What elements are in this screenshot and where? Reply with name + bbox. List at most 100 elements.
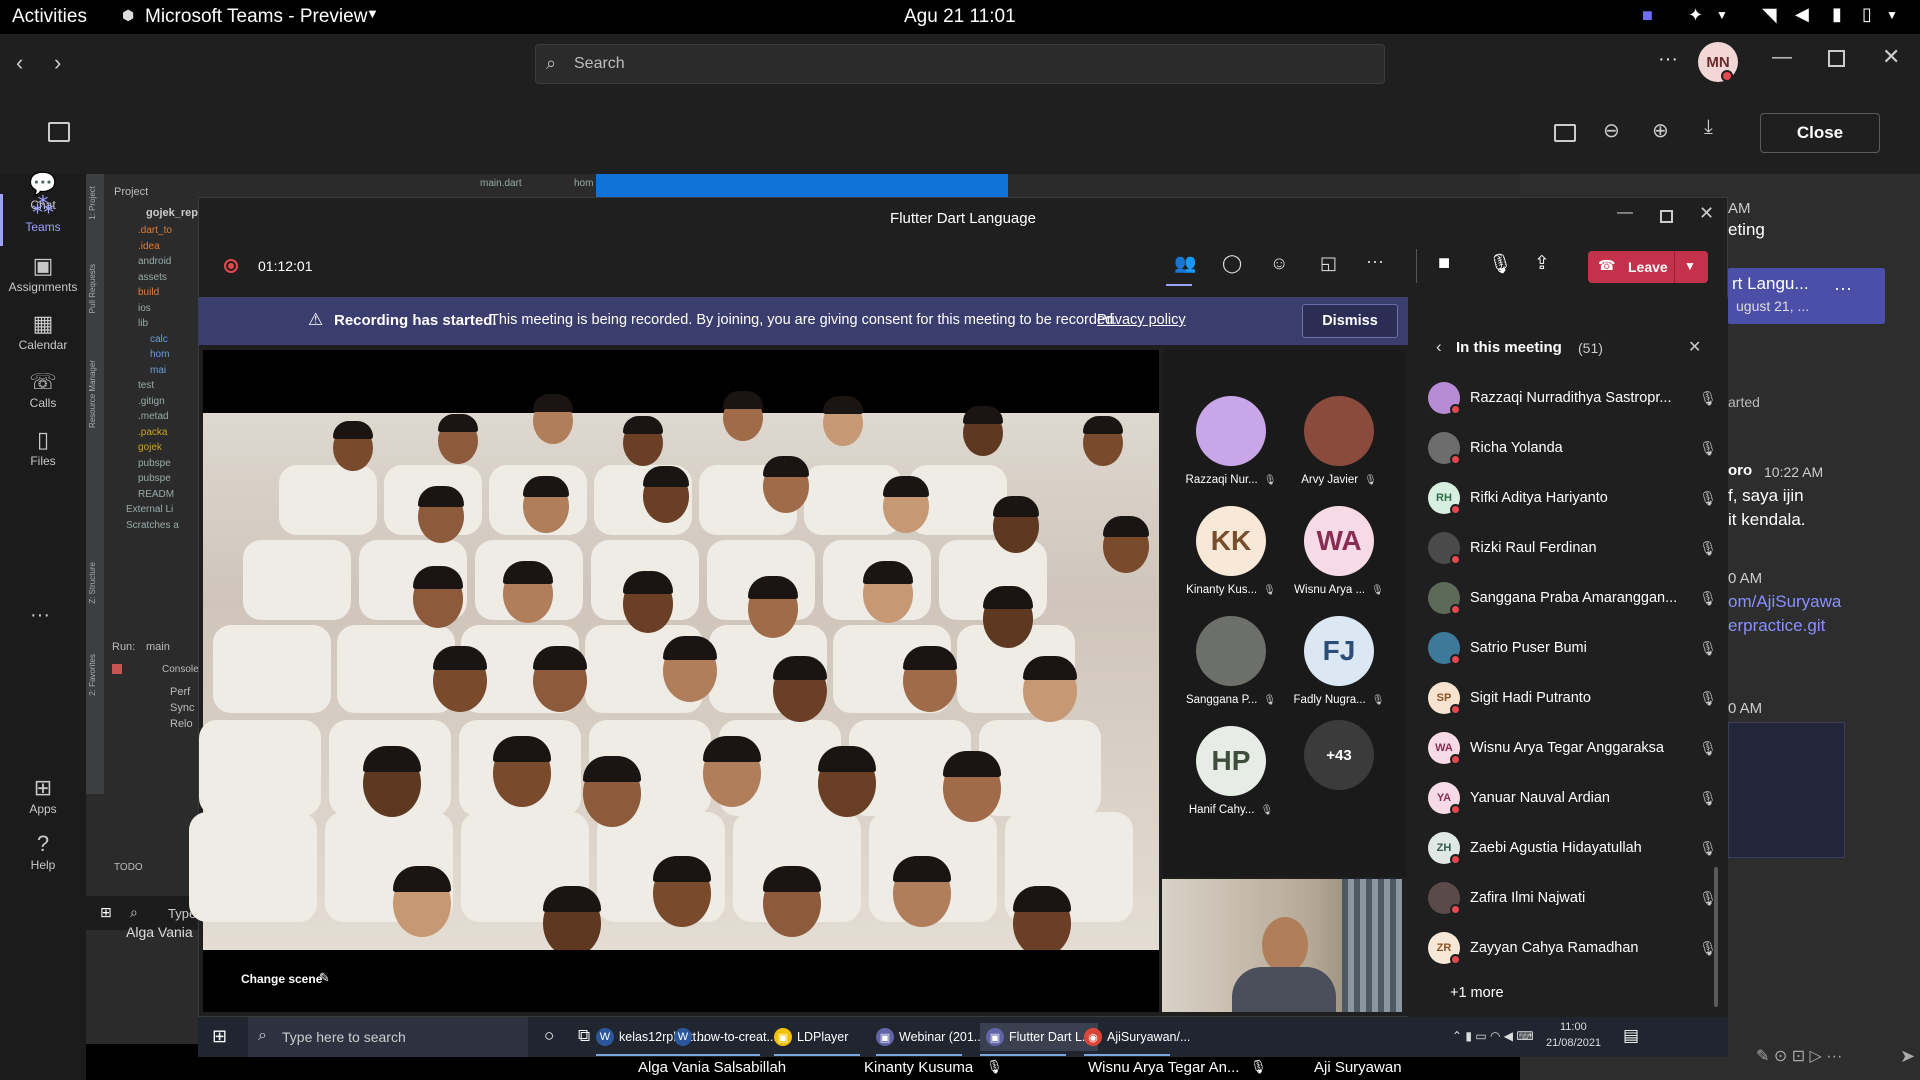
back-icon[interactable]: ‹: [1436, 337, 1442, 357]
participant-row[interactable]: RH Rifki Aditya Hariyanto 🎙: [1428, 473, 1718, 523]
ide-tree-item[interactable]: .idea: [138, 241, 160, 252]
share-screen-icon[interactable]: ⇪: [1534, 252, 1550, 275]
ide-console-label[interactable]: Console: [162, 664, 199, 675]
participant-row[interactable]: ZH Zaebi Agustia Hidayatullah 🎙: [1428, 823, 1718, 873]
cortana-icon[interactable]: ○: [544, 1026, 554, 1046]
participant-row[interactable]: ZR Zayyan Cahya Ramadhan 🎙: [1428, 923, 1718, 973]
ide-tree-item[interactable]: pubspe: [138, 458, 171, 469]
search-input[interactable]: ⌕ Search: [535, 44, 1385, 84]
taskbar-app[interactable]: Whow-to-creat...: [674, 1023, 777, 1051]
rail-item-calendar[interactable]: ▦ Calendar: [0, 310, 86, 370]
more-actions-icon[interactable]: ···: [1366, 251, 1384, 272]
participant-tile[interactable]: WA Wisnu Arya ... 🎙: [1283, 500, 1395, 612]
ide-tree-item[interactable]: mai: [150, 365, 166, 376]
close-window-icon[interactable]: ✕: [1699, 203, 1714, 224]
minimize-icon[interactable]: —: [1617, 204, 1633, 222]
ide-tree-item[interactable]: lib: [138, 318, 148, 329]
ide-tree-item[interactable]: android: [138, 256, 171, 267]
minimize-icon[interactable]: —: [1772, 46, 1792, 69]
participant-row[interactable]: SP Sigit Hadi Putranto 🎙: [1428, 673, 1718, 723]
microphone-icon[interactable]: 🎙: [1488, 252, 1512, 276]
participant-row[interactable]: WA Wisnu Arya Tegar Anggaraksa 🎙: [1428, 723, 1718, 773]
scrollbar[interactable]: [1714, 867, 1718, 1007]
ide-tree-item[interactable]: READM: [138, 489, 174, 500]
app-title-menu[interactable]: Microsoft Teams - Preview: [145, 6, 367, 28]
dismiss-button[interactable]: Dismiss: [1302, 304, 1398, 338]
participant-tile[interactable]: HP Hanif Cahy... 🎙: [1175, 720, 1287, 832]
ide-tree-item[interactable]: test: [138, 380, 154, 391]
system-tray-icons[interactable]: ⌃ ▮ ▭ ◠ ◀ ⌨: [1452, 1029, 1534, 1043]
ide-tree-item[interactable]: .gitign: [138, 396, 165, 407]
ide-tree-item[interactable]: assets: [138, 272, 167, 283]
participants-icon[interactable]: 👥: [1174, 253, 1196, 274]
ide-tree-item[interactable]: build: [138, 287, 159, 298]
accessibility-icon[interactable]: ✦: [1688, 5, 1703, 26]
reactions-icon[interactable]: ☺: [1270, 253, 1288, 274]
participant-tile[interactable]: Razzaqi Nur... 🎙: [1175, 390, 1287, 502]
microphone-icon[interactable]: ▮: [1832, 4, 1842, 25]
zoom-out-icon[interactable]: ⊖: [1603, 118, 1620, 143]
chat-link[interactable]: erpractice.git: [1728, 616, 1825, 636]
participant-row[interactable]: Satrio Puser Bumi 🎙: [1428, 623, 1718, 673]
privacy-policy-link[interactable]: Privacy policy: [1097, 312, 1186, 328]
image-icon[interactable]: [48, 122, 70, 142]
windows-start-icon[interactable]: ⊞: [212, 1026, 227, 1047]
ide-todo-label[interactable]: TODO: [114, 862, 143, 873]
chevron-down-icon[interactable]: ▼: [1716, 8, 1728, 22]
leave-button[interactable]: ☎ Leave ▼: [1588, 251, 1708, 283]
chat-image-thumbnail[interactable]: [1728, 722, 1845, 858]
participant-tile[interactable]: Sanggana P... 🎙: [1175, 610, 1287, 722]
rail-item-calls[interactable]: ☏ Calls: [0, 368, 86, 428]
view-icon[interactable]: ◱: [1320, 253, 1337, 274]
back-icon[interactable]: ‹: [16, 50, 23, 76]
taskbar-time[interactable]: 11:00: [1560, 1021, 1587, 1033]
attach-icon[interactable]: ✎ ⊙ ⊡ ▷ ···: [1756, 1046, 1842, 1066]
ide-tree-item[interactable]: External Li: [126, 504, 173, 515]
chat-icon[interactable]: ◯: [1222, 253, 1242, 274]
participant-row[interactable]: Rizki Raul Ferdinan 🎙: [1428, 523, 1718, 573]
notification-icon[interactable]: ▤: [1623, 1026, 1639, 1046]
close-window-icon[interactable]: ✕: [1882, 44, 1900, 70]
forward-icon[interactable]: ›: [54, 50, 61, 76]
task-view-icon[interactable]: ⧉: [578, 1026, 590, 1046]
ide-tree-item[interactable]: ios: [138, 303, 151, 314]
participant-tile[interactable]: +43: [1283, 720, 1395, 832]
change-scene-button[interactable]: Change scene: [241, 972, 322, 986]
ide-tree-item[interactable]: hom: [150, 349, 169, 360]
stop-icon[interactable]: [112, 664, 122, 674]
taskbar-app[interactable]: ▣ Webinar (201...: [876, 1023, 984, 1051]
ide-root-folder[interactable]: gojek_repl: [146, 207, 201, 219]
taskbar-app[interactable]: ◉ AjiSuryawan/...: [1084, 1023, 1190, 1051]
rail-item-teams[interactable]: ⁂ Teams: [0, 192, 86, 252]
taskbar-app[interactable]: ▣ LDPlayer: [774, 1023, 848, 1051]
ide-tree-item[interactable]: .dart_to: [138, 225, 172, 236]
participant-row[interactable]: Razzaqi Nurradithya Sastropr... 🎙: [1428, 373, 1718, 423]
participant-tile[interactable]: Arvy Javier 🎙: [1283, 390, 1395, 502]
send-icon[interactable]: ➤: [1900, 1046, 1915, 1067]
editor-tab[interactable]: hom: [574, 178, 593, 189]
pencil-icon[interactable]: ✎: [319, 970, 330, 986]
editor-tab[interactable]: main.dart: [480, 178, 522, 189]
activities-button[interactable]: Activities: [12, 6, 87, 28]
windows-start-icon[interactable]: ⊞: [100, 904, 112, 921]
clock[interactable]: Agu 21 11:01: [904, 6, 1016, 28]
rail-item-help[interactable]: ? Help: [0, 830, 86, 890]
rail-item-files[interactable]: ▯ Files: [0, 426, 86, 486]
chat-link[interactable]: om/AjiSuryawa: [1728, 592, 1841, 612]
ide-project-label[interactable]: Project: [114, 186, 148, 198]
download-icon[interactable]: ⤓: [1704, 116, 1713, 139]
ide-tree-item[interactable]: .packa: [138, 427, 167, 438]
rail-item-apps[interactable]: ⊞ Apps: [0, 774, 86, 834]
close-button[interactable]: Close: [1760, 113, 1880, 153]
fit-screen-icon[interactable]: [1554, 124, 1576, 142]
ide-tree-item[interactable]: .metad: [138, 411, 169, 422]
more-options-icon[interactable]: ···: [1658, 48, 1678, 71]
meeting-card[interactable]: rt Langu... ugust 21, ... ···: [1728, 268, 1885, 324]
more-options-icon[interactable]: ···: [1834, 278, 1852, 299]
taskbar-app[interactable]: ▣ Flutter Dart L...: [980, 1023, 1099, 1051]
ide-side-tab[interactable]: Resource Manager: [88, 360, 97, 428]
chevron-down-icon[interactable]: ▼: [1684, 259, 1696, 273]
taskbar-date[interactable]: 21/08/2021: [1546, 1037, 1601, 1049]
zoom-in-icon[interactable]: ⊕: [1652, 118, 1669, 143]
taskbar-search[interactable]: ⌕ Type here to search: [248, 1017, 528, 1057]
